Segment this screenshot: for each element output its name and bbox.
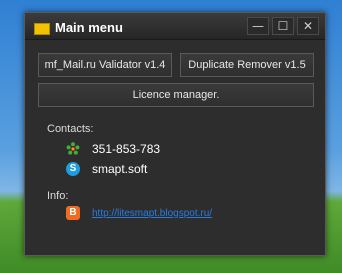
- blog-row: B http://litesmapt.blogspot.ru/: [66, 206, 212, 220]
- skype-name: smapt.soft: [92, 162, 148, 176]
- maximize-button[interactable]: ☐: [272, 17, 294, 35]
- info-label: Info:: [47, 190, 69, 202]
- duplicate-remover-button[interactable]: Duplicate Remover v1.5: [180, 53, 314, 77]
- skype-contact-row: S smapt.soft: [66, 162, 147, 176]
- blogger-icon: B: [66, 206, 80, 220]
- skype-icon: S: [66, 162, 80, 176]
- icq-number: 351-853-783: [92, 142, 161, 156]
- mail-validator-button[interactable]: mf_Mail.ru Validator v1.4: [38, 53, 172, 77]
- minimize-button[interactable]: —: [247, 17, 269, 35]
- icq-contact-row: 351-853-783: [66, 142, 160, 156]
- contacts-label: Contacts:: [47, 123, 94, 135]
- icq-flower-icon: [66, 142, 80, 156]
- blog-link[interactable]: http://litesmapt.blogspot.ru/: [92, 208, 212, 219]
- main-menu-window: Main menu — ☐ ✕ mf_Mail.ru Validator v1.…: [24, 12, 326, 256]
- window-title: Main menu: [55, 20, 123, 35]
- window-controls: — ☐ ✕: [244, 17, 319, 35]
- close-button[interactable]: ✕: [297, 17, 319, 35]
- licence-manager-button[interactable]: Licence manager.: [38, 83, 314, 107]
- app-icon: [34, 23, 50, 35]
- title-bar[interactable]: Main menu — ☐ ✕: [25, 13, 325, 40]
